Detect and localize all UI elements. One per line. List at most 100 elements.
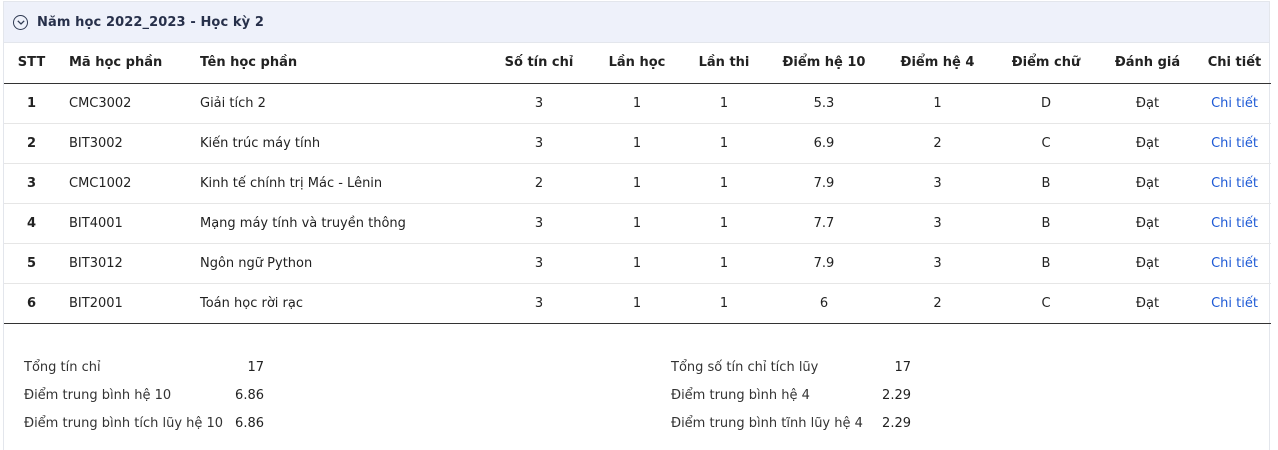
semester-header[interactable]: Năm học 2022_2023 - Học kỳ 2 xyxy=(4,2,1269,43)
col-header-evaluation: Đánh giá xyxy=(1097,43,1198,84)
cell-stt: 6 xyxy=(4,283,59,324)
cell-course-code: CMC3002 xyxy=(59,83,190,124)
cell-study-attempt: 1 xyxy=(594,123,680,164)
summary-left: Tổng tín chỉ 17 Điểm trung bình hệ 10 6.… xyxy=(24,354,264,438)
cell-credits: 3 xyxy=(484,83,594,124)
cell-score-10: 7.9 xyxy=(768,163,880,204)
cell-stt: 5 xyxy=(4,243,59,284)
summary-cumulative-credits: Tổng số tín chỉ tích lũy 17 xyxy=(671,354,911,382)
cell-exam-attempt: 1 xyxy=(680,123,768,164)
col-header-detail: Chi tiết xyxy=(1198,43,1271,84)
cell-score-10: 7.9 xyxy=(768,243,880,284)
cell-credits: 3 xyxy=(484,283,594,324)
cell-score-4: 2 xyxy=(880,283,995,324)
cell-score-4: 3 xyxy=(880,163,995,204)
cell-course-name: Kinh tế chính trị Mác - Lênin xyxy=(190,163,484,204)
cell-evaluation: Đạt xyxy=(1097,283,1198,324)
summary-right: Tổng số tín chỉ tích lũy 17 Điểm trung b… xyxy=(671,354,911,438)
summary-label: Tổng số tín chỉ tích lũy xyxy=(671,360,819,375)
detail-link[interactable]: Chi tiết xyxy=(1211,256,1258,271)
col-header-letter-grade: Điểm chữ xyxy=(995,43,1097,84)
cell-detail: Chi tiết xyxy=(1198,163,1271,204)
cell-detail: Chi tiết xyxy=(1198,283,1271,324)
cell-course-code: BIT3002 xyxy=(59,123,190,164)
cell-score-4: 2 xyxy=(880,123,995,164)
cell-letter-grade: B xyxy=(995,203,1097,244)
summary-label: Điểm trung bình tĩnh lũy hệ 4 xyxy=(671,416,863,431)
grades-table: STT Mã học phần Tên học phần Số tín chỉ … xyxy=(4,43,1271,324)
cell-course-name: Mạng máy tính và truyền thông xyxy=(190,203,484,244)
cell-study-attempt: 1 xyxy=(594,163,680,204)
cell-score-4: 1 xyxy=(880,83,995,124)
summary-label: Tổng tín chỉ xyxy=(24,360,101,375)
summary-label: Điểm trung bình tích lũy hệ 10 xyxy=(24,416,224,431)
summary-total-credits: Tổng tín chỉ 17 xyxy=(24,354,264,382)
col-header-score-4: Điểm hệ 4 xyxy=(880,43,995,84)
semester-title: Năm học 2022_2023 - Học kỳ 2 xyxy=(37,14,264,30)
col-header-exam-attempt: Lần thi xyxy=(680,43,768,84)
cell-letter-grade: C xyxy=(995,123,1097,164)
detail-link[interactable]: Chi tiết xyxy=(1211,136,1258,151)
cell-course-name: Giải tích 2 xyxy=(190,83,484,124)
cell-evaluation: Đạt xyxy=(1097,163,1198,204)
detail-link[interactable]: Chi tiết xyxy=(1211,216,1258,231)
cell-course-code: BIT2001 xyxy=(59,283,190,324)
cell-stt: 4 xyxy=(4,203,59,244)
col-header-credits: Số tín chỉ xyxy=(484,43,594,84)
cell-score-10: 5.3 xyxy=(768,83,880,124)
chevron-down-circle-icon[interactable] xyxy=(13,14,28,30)
cell-credits: 3 xyxy=(484,243,594,284)
cell-exam-attempt: 1 xyxy=(680,163,768,204)
cell-score-10: 7.7 xyxy=(768,203,880,244)
summary-gpa-4: Điểm trung bình hệ 4 2.29 xyxy=(671,382,911,410)
summary-cumulative-gpa-4: Điểm trung bình tĩnh lũy hệ 4 2.29 xyxy=(671,410,911,438)
cell-study-attempt: 1 xyxy=(594,83,680,124)
cell-study-attempt: 1 xyxy=(594,243,680,284)
cell-letter-grade: C xyxy=(995,283,1097,324)
cell-course-name: Ngôn ngữ Python xyxy=(190,243,484,284)
table-row: 2 BIT3002 Kiến trúc máy tính 3 1 1 6.9 2 C Đạt Chi… xyxy=(4,123,1271,164)
summary-label: Điểm trung bình hệ 10 xyxy=(24,388,172,403)
cell-course-name: Kiến trúc máy tính xyxy=(190,123,484,164)
summary-cumulative-gpa-10: Điểm trung bình tích lũy hệ 10 6.86 xyxy=(24,410,264,438)
table-row: 1 CMC3002 Giải tích 2 3 1 1 5.3 1 D Đạt Chi tiết xyxy=(4,83,1271,124)
cell-exam-attempt: 1 xyxy=(680,283,768,324)
table-row: 3 CMC1002 Kinh tế chính trị Mác - Lênin 2 1 1… xyxy=(4,163,1271,204)
cell-detail: Chi tiết xyxy=(1198,123,1271,164)
detail-link[interactable]: Chi tiết xyxy=(1211,176,1258,191)
cell-evaluation: Đạt xyxy=(1097,123,1198,164)
cell-evaluation: Đạt xyxy=(1097,203,1198,244)
cell-course-name: Toán học rời rạc xyxy=(190,283,484,324)
cell-evaluation: Đạt xyxy=(1097,243,1198,284)
cell-detail: Chi tiết xyxy=(1198,83,1271,124)
table-row: 5 BIT3012 Ngôn ngữ Python 3 1 1 7.9 3 B Đạt Chi ti… xyxy=(4,243,1271,284)
cell-stt: 1 xyxy=(4,83,59,124)
summary-label: Điểm trung bình hệ 4 xyxy=(671,388,810,403)
detail-link[interactable]: Chi tiết xyxy=(1211,96,1258,111)
summary-value: 17 xyxy=(894,360,911,375)
summary-value: 6.86 xyxy=(235,416,264,431)
cell-score-10: 6.9 xyxy=(768,123,880,164)
detail-link[interactable]: Chi tiết xyxy=(1211,296,1258,311)
summary-value: 6.86 xyxy=(235,388,264,403)
summary-value: 2.29 xyxy=(882,416,911,431)
cell-detail: Chi tiết xyxy=(1198,203,1271,244)
cell-score-4: 3 xyxy=(880,203,995,244)
cell-score-10: 6 xyxy=(768,283,880,324)
table-row: 6 BIT2001 Toán học rời rạc 3 1 1 6 2 C Đạt Chi tiế… xyxy=(4,283,1271,324)
col-header-stt: STT xyxy=(4,43,59,84)
cell-credits: 3 xyxy=(484,203,594,244)
cell-letter-grade: B xyxy=(995,243,1097,284)
cell-score-4: 3 xyxy=(880,243,995,284)
cell-course-code: CMC1002 xyxy=(59,163,190,204)
cell-course-code: BIT3012 xyxy=(59,243,190,284)
cell-credits: 2 xyxy=(484,163,594,204)
col-header-course-code: Mã học phần xyxy=(59,43,190,84)
summary-section: Tổng tín chỉ 17 Điểm trung bình hệ 10 6.… xyxy=(4,324,1269,450)
cell-detail: Chi tiết xyxy=(1198,243,1271,284)
semester-panel: Năm học 2022_2023 - Học kỳ 2 STT Mã học … xyxy=(3,1,1271,450)
col-header-study-attempt: Lần học xyxy=(594,43,680,84)
col-header-score-10: Điểm hệ 10 xyxy=(768,43,880,84)
cell-study-attempt: 1 xyxy=(594,283,680,324)
table-header-row: STT Mã học phần Tên học phần Số tín chỉ … xyxy=(4,43,1271,84)
